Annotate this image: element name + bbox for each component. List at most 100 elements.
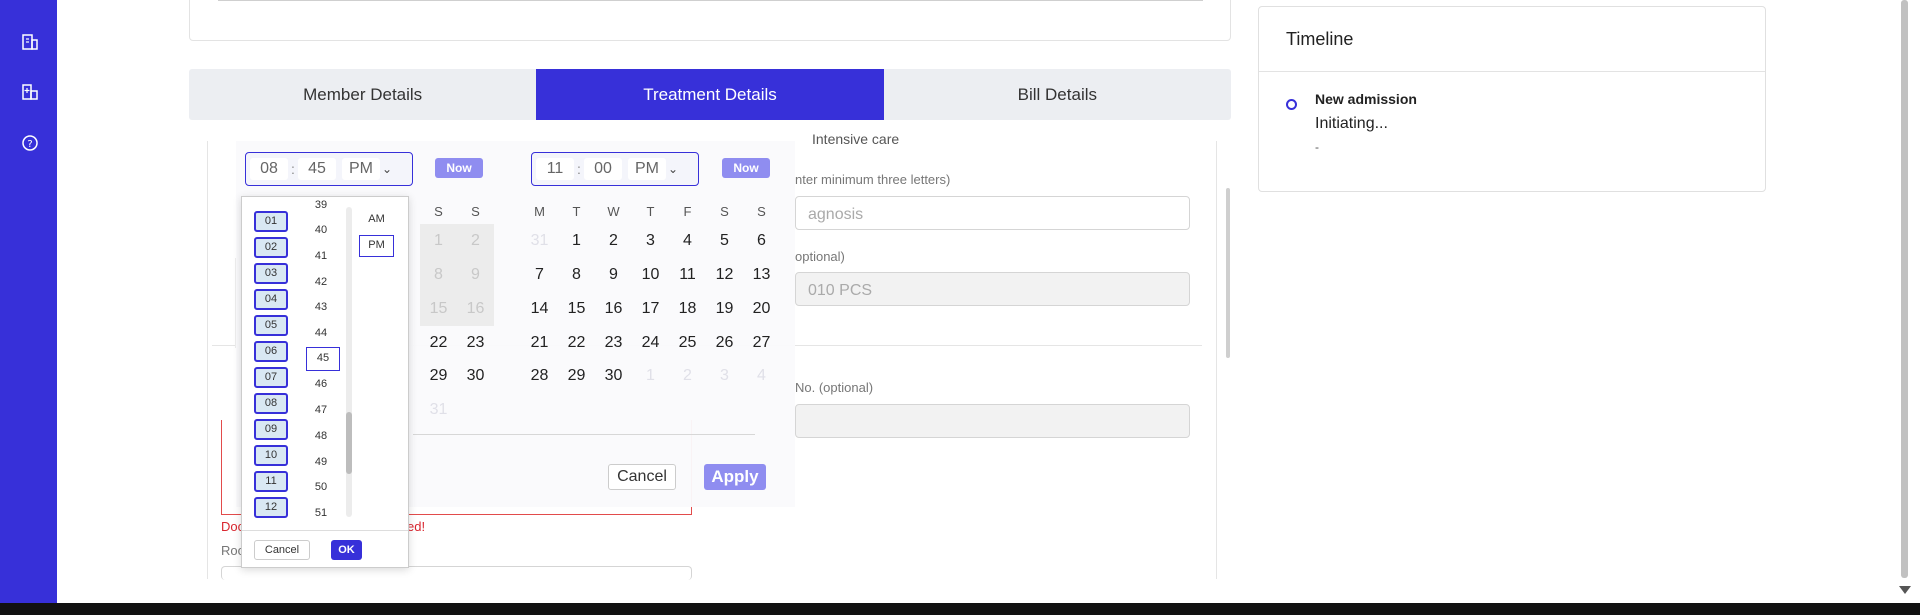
calendar-day[interactable]: 3 (706, 359, 743, 393)
hour-option[interactable]: 08 (254, 393, 288, 414)
calendar-day[interactable]: 6 (743, 224, 780, 258)
tab-treatment-details[interactable]: Treatment Details (536, 69, 884, 120)
calendar-day[interactable]: 30 (457, 359, 494, 393)
end-hour[interactable]: 11 (536, 158, 574, 180)
minute-option[interactable]: 49 (306, 456, 336, 468)
minute-option[interactable]: 50 (306, 481, 336, 493)
calendar-day[interactable]: 2 (669, 359, 706, 393)
minute-option[interactable]: 46 (306, 378, 336, 390)
minute-option[interactable]: 47 (306, 404, 336, 416)
minute-option-selected[interactable]: 45 (306, 347, 340, 371)
calendar-day[interactable]: 21 (521, 326, 558, 360)
calendar-day[interactable]: 7 (521, 258, 558, 292)
hospital-icon[interactable] (21, 83, 39, 101)
calendar-day[interactable]: 20 (743, 292, 780, 326)
chevron-down-icon[interactable]: ⌄ (380, 162, 394, 176)
calendar-day[interactable]: 15 (420, 292, 457, 326)
calendar-day[interactable]: 31 (420, 393, 457, 427)
am-option[interactable]: AM (359, 213, 394, 225)
calendar-day[interactable]: 22 (420, 326, 457, 360)
calendar-day[interactable]: 10 (632, 258, 669, 292)
tab-bill-details[interactable]: Bill Details (884, 69, 1231, 120)
hour-option[interactable]: 07 (254, 367, 288, 388)
minute-option[interactable]: 40 (306, 224, 336, 236)
calendar-day[interactable]: 9 (595, 258, 632, 292)
calendar-day[interactable]: 23 (595, 326, 632, 360)
page-scrollbar[interactable] (1901, 0, 1908, 578)
scroll-down-arrow-icon[interactable] (1899, 586, 1911, 594)
calendar-day[interactable]: 30 (595, 359, 632, 393)
calendar-day[interactable]: 15 (558, 292, 595, 326)
calendar-day[interactable]: 16 (457, 292, 494, 326)
calendar-day[interactable]: 23 (457, 326, 494, 360)
top-input[interactable] (218, 0, 1203, 1)
calendar-day[interactable]: 4 (669, 224, 706, 258)
calendar-day[interactable]: 3 (632, 224, 669, 258)
start-time-input[interactable]: 08 : 45 PM ⌄ (245, 152, 413, 186)
hour-option[interactable]: 10 (254, 445, 288, 466)
start-minute[interactable]: 45 (298, 158, 336, 180)
calendar-day[interactable]: 18 (669, 292, 706, 326)
minute-option[interactable]: 51 (306, 507, 336, 519)
calendar-day[interactable]: 17 (632, 292, 669, 326)
hour-option[interactable]: 12 (254, 497, 288, 518)
calendar-day[interactable]: 16 (595, 292, 632, 326)
calendar-day[interactable]: 26 (706, 326, 743, 360)
pm-option-selected[interactable]: PM (359, 235, 394, 257)
calendar-day[interactable]: 9 (457, 258, 494, 292)
start-now-button[interactable]: Now (435, 158, 483, 178)
hour-option[interactable]: 09 (254, 419, 288, 440)
hour-option[interactable]: 03 (254, 263, 288, 284)
calendar-day[interactable]: 11 (669, 258, 706, 292)
start-hour[interactable]: 08 (250, 158, 288, 180)
hour-option[interactable]: 06 (254, 341, 288, 362)
calendar-day[interactable]: 29 (420, 359, 457, 393)
procedure-input[interactable]: 010 PCS (795, 272, 1190, 306)
calendar-day[interactable]: 25 (669, 326, 706, 360)
help-icon[interactable]: ? (21, 134, 39, 152)
hour-option[interactable]: 05 (254, 315, 288, 336)
calendar-day[interactable]: 24 (632, 326, 669, 360)
calendar-day[interactable]: 28 (521, 359, 558, 393)
calendar-day[interactable]: 8 (558, 258, 595, 292)
date-cancel-button[interactable]: Cancel (608, 464, 676, 490)
calendar-day[interactable]: 31 (521, 224, 558, 258)
minute-option[interactable]: 43 (306, 301, 336, 313)
calendar-day[interactable]: 2 (457, 224, 494, 258)
minute-option[interactable]: 41 (306, 250, 336, 262)
date-apply-button[interactable]: Apply (704, 464, 766, 490)
end-minute[interactable]: 00 (584, 158, 622, 180)
calendar-day[interactable]: 4 (743, 359, 780, 393)
number-input[interactable] (795, 404, 1190, 438)
calendar-day[interactable]: 1 (632, 359, 669, 393)
time-cancel-button[interactable]: Cancel (254, 540, 310, 560)
hour-option[interactable]: 04 (254, 289, 288, 310)
calendar-day[interactable]: 13 (743, 258, 780, 292)
calendar-day[interactable]: 5 (706, 224, 743, 258)
time-ok-button[interactable]: OK (331, 540, 362, 560)
start-ampm[interactable]: PM (342, 158, 380, 180)
form-scrollbar[interactable] (1226, 188, 1230, 358)
tab-member-details[interactable]: Member Details (189, 69, 536, 120)
calendar-day[interactable]: 14 (521, 292, 558, 326)
calendar-day[interactable]: 1 (558, 224, 595, 258)
calendar-day[interactable]: 1 (420, 224, 457, 258)
calendar-day[interactable]: 27 (743, 326, 780, 360)
diagnosis-input[interactable]: agnosis (795, 196, 1190, 230)
end-ampm[interactable]: PM (628, 158, 666, 180)
hour-option[interactable]: 01 (254, 211, 288, 232)
hour-option[interactable]: 11 (254, 471, 288, 492)
calendar-day[interactable]: 22 (558, 326, 595, 360)
calendar-day[interactable]: 8 (420, 258, 457, 292)
calendar-day[interactable]: 29 (558, 359, 595, 393)
minute-option[interactable]: 44 (306, 327, 336, 339)
calendar-day[interactable]: 12 (706, 258, 743, 292)
hour-option[interactable]: 02 (254, 237, 288, 258)
calendar-day[interactable]: 2 (595, 224, 632, 258)
minute-option[interactable]: 42 (306, 276, 336, 288)
chevron-down-icon[interactable]: ⌄ (666, 162, 680, 176)
building-icon[interactable] (21, 33, 39, 51)
minute-scroll-thumb[interactable] (346, 412, 352, 474)
minute-option[interactable]: 39 (306, 199, 336, 211)
end-now-button[interactable]: Now (722, 158, 770, 178)
